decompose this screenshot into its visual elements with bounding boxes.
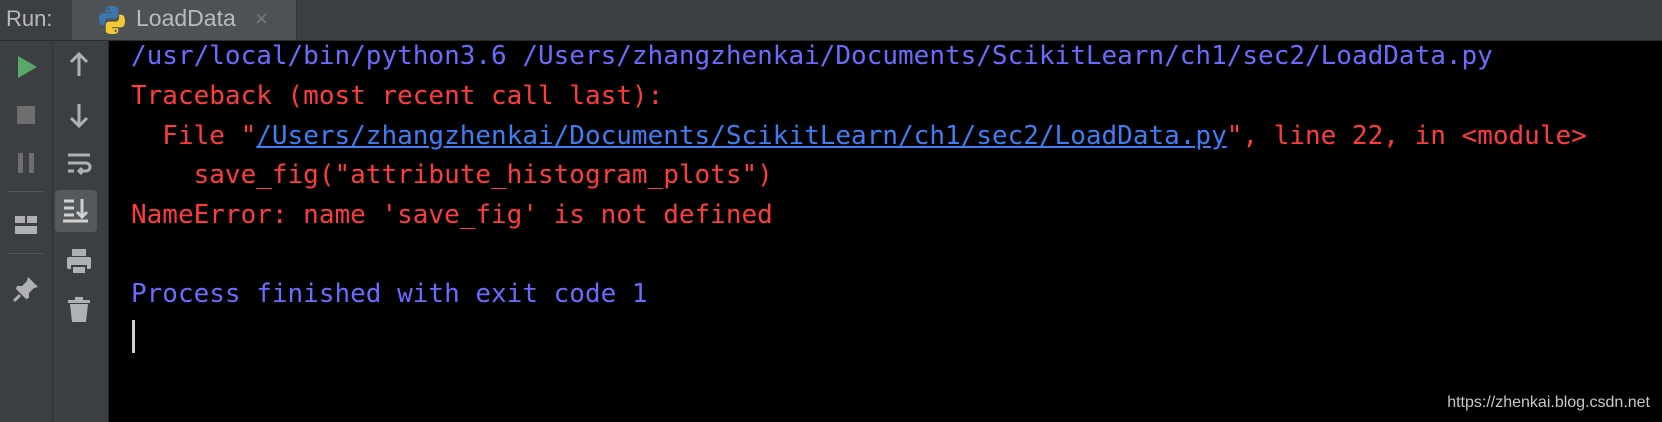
traceback-header: Traceback (most recent call last): (131, 81, 664, 111)
console-output[interactable]: /usr/local/bin/python3.6 /Users/zhangzhe… (109, 41, 1662, 422)
up-arrow-icon[interactable] (59, 45, 99, 85)
run-icon[interactable] (6, 47, 46, 87)
run-controls-toolbar (0, 41, 53, 422)
scroll-to-end-icon[interactable] (55, 190, 97, 232)
pause-icon[interactable] (6, 143, 46, 183)
run-tool-window-header: Run: LoadData × (0, 0, 1662, 41)
file-suffix: ", line 22, in <module> (1226, 121, 1587, 151)
layout-icon[interactable] (6, 205, 46, 245)
toolbar-divider (8, 253, 44, 254)
pin-icon[interactable] (6, 269, 46, 309)
run-label: Run: (6, 6, 53, 31)
file-path-link[interactable]: /Users/zhangzhenkai/Documents/ScikitLear… (256, 121, 1227, 151)
down-arrow-icon[interactable] (59, 95, 99, 135)
text-cursor (132, 320, 135, 353)
close-icon[interactable]: × (255, 8, 268, 30)
command-line: /usr/local/bin/python3.6 /Users/zhangzhe… (131, 41, 1493, 71)
python-icon (96, 4, 128, 36)
traceback-file-line: File "/Users/zhangzhenkai/Documents/Scik… (131, 121, 1587, 151)
trash-icon[interactable] (59, 289, 99, 329)
soft-wrap-icon[interactable] (59, 143, 99, 183)
watermark: https://zhenkai.blog.csdn.net (1447, 394, 1650, 411)
file-prefix: File " (131, 121, 257, 151)
tab-title: LoadData (136, 5, 236, 31)
traceback-code-line: save_fig("attribute_histogram_plots") (131, 160, 773, 190)
toolbar-divider (8, 191, 44, 192)
error-message: NameError: name 'save_fig' is not define… (131, 200, 773, 230)
tab-loaddata[interactable]: LoadData × (72, 0, 297, 40)
stop-icon[interactable] (6, 95, 46, 135)
process-status: Process finished with exit code 1 (131, 279, 648, 309)
print-icon[interactable] (59, 241, 99, 281)
console-actions-toolbar (53, 41, 109, 422)
